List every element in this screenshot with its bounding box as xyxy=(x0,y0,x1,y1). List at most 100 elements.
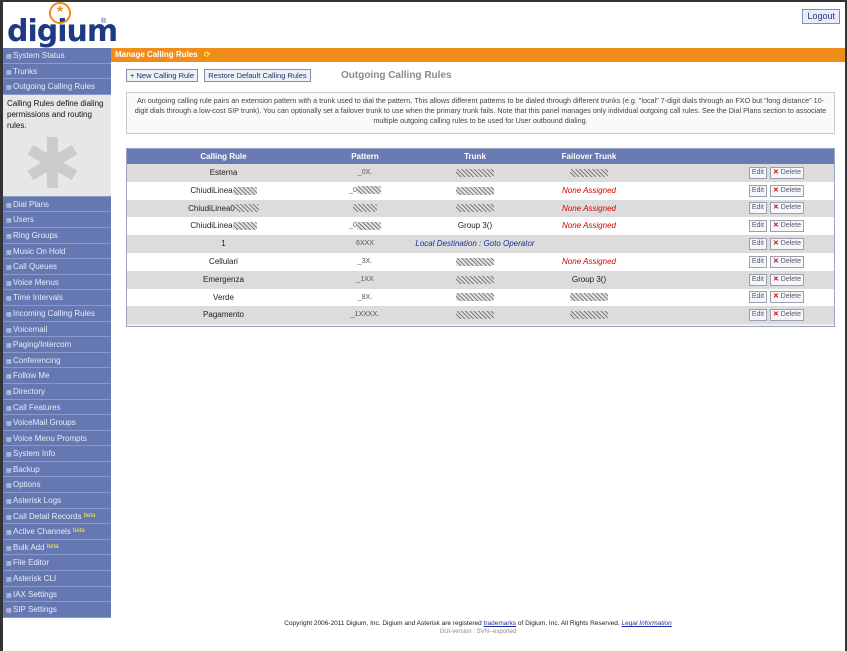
grid-bullet-icon: ▦ xyxy=(6,561,12,568)
sidebar-item-call-queues[interactable]: ▦Call Queues xyxy=(3,259,111,275)
sidebar-item-iax-settings[interactable]: ▦IAX Settings xyxy=(3,586,111,603)
sidebar-item-backup[interactable]: ▦Backup xyxy=(3,461,111,478)
sidebar-item-label: Time Intervals xyxy=(13,293,63,303)
beta-badge: beta xyxy=(73,528,85,535)
restore-defaults-button[interactable]: Restore Default Calling Rules xyxy=(204,69,311,82)
sidebar-item-music-on-hold[interactable]: ▦Music On Hold xyxy=(3,243,111,260)
sidebar-item-bulk-add[interactable]: ▦Bulk Add beta xyxy=(3,539,111,556)
delete-button[interactable]: ✕ Delete xyxy=(769,238,804,251)
sidebar-item-label: Voice Menu Prompts xyxy=(13,433,87,443)
cell-actions: Edit ✕ Delete xyxy=(638,289,834,307)
delete-x-icon: ✕ xyxy=(772,222,779,230)
sidebar-item-time-intervals[interactable]: ▦Time Intervals xyxy=(3,290,111,306)
edit-button[interactable]: Edit xyxy=(748,184,767,197)
grid-bullet-icon: ▦ xyxy=(6,499,12,506)
cell-actions: Edit ✕ Delete xyxy=(638,306,834,324)
sidebar-item-dial-plans[interactable]: ▦Dial Plans xyxy=(3,196,111,213)
edit-button[interactable]: Edit xyxy=(748,238,767,251)
column-header-trunk: Trunk xyxy=(464,152,486,161)
sidebar-item-voice-menus[interactable]: ▦Voice Menus xyxy=(3,274,111,291)
delete-label: Delete xyxy=(780,222,801,230)
asterisk-icon: * xyxy=(49,2,71,24)
redacted-text xyxy=(356,185,381,194)
grid-bullet-icon: ▦ xyxy=(6,343,12,350)
sidebar-item-directory[interactable]: ▦Directory xyxy=(3,383,111,400)
sidebar-item-follow-me[interactable]: ▦Follow Me xyxy=(3,368,111,384)
sidebar-item-trunks[interactable]: ▦Trunks xyxy=(3,63,111,80)
edit-button[interactable]: Edit xyxy=(748,202,767,215)
sidebar-item-call-features[interactable]: ▦Call Features xyxy=(3,399,111,416)
plus-icon: + xyxy=(130,71,135,80)
reload-icon[interactable]: ⟳ xyxy=(204,50,211,59)
sidebar-item-label: Paging/Intercom xyxy=(13,340,72,350)
new-calling-rule-button[interactable]: + New Calling Rule xyxy=(126,69,199,82)
sidebar-item-active-channels[interactable]: ▦Active Channels beta xyxy=(3,524,111,540)
sidebar-item-options[interactable]: ▦Options xyxy=(3,477,111,494)
cell-failover-trunk xyxy=(540,164,638,182)
cell-trunk xyxy=(410,182,540,200)
edit-button[interactable]: Edit xyxy=(748,309,767,322)
delete-button[interactable]: ✕ Delete xyxy=(769,291,804,304)
grid-bullet-icon: ▦ xyxy=(6,483,12,490)
delete-label: Delete xyxy=(780,240,801,248)
sidebar-item-sip-settings[interactable]: ▦SIP Settings xyxy=(3,602,111,618)
cell-failover-trunk: None Assigned xyxy=(540,200,638,218)
sidebar-item-conferencing[interactable]: ▦Conferencing xyxy=(3,352,111,369)
cell-pattern: _0 xyxy=(320,217,410,235)
sidebar-item-label: Call Features xyxy=(13,402,61,412)
sidebar-item-asterisk-cli[interactable]: ▦Asterisk CLI xyxy=(3,571,111,587)
grid-bullet-icon: ▦ xyxy=(6,85,12,92)
sidebar-item-outgoing-calling-rules[interactable]: ▦Outgoing Calling Rules xyxy=(3,79,111,95)
cell-pattern: _0 xyxy=(320,182,410,200)
cell-calling-rule: 1 xyxy=(127,235,320,253)
copyright-line: Copyright 2006-2011 Digium, Inc. Digium … xyxy=(111,620,845,627)
edit-button[interactable]: Edit xyxy=(748,166,767,179)
sidebar-item-file-editor[interactable]: ▦File Editor xyxy=(3,555,111,572)
redacted-text xyxy=(456,293,494,302)
edit-button[interactable]: Edit xyxy=(748,255,767,268)
grid-bullet-icon: ▦ xyxy=(6,608,12,615)
logout-button[interactable]: Logout xyxy=(802,9,840,24)
grid-bullet-icon: ▦ xyxy=(6,69,12,76)
failover-trunk-value: None Assigned xyxy=(562,221,616,231)
sidebar-item-system-info[interactable]: ▦System Info xyxy=(3,446,111,462)
new-calling-rule-label: New Calling Rule xyxy=(136,71,195,80)
delete-button[interactable]: ✕ Delete xyxy=(769,202,804,215)
delete-button[interactable]: ✕ Delete xyxy=(769,309,804,322)
sidebar-item-call-detail-records[interactable]: ▦Call Detail Records beta xyxy=(3,508,111,525)
sidebar-item-users[interactable]: ▦Users xyxy=(3,212,111,228)
edit-button[interactable]: Edit xyxy=(748,273,767,286)
edit-button[interactable]: Edit xyxy=(748,220,767,233)
delete-button[interactable]: ✕ Delete xyxy=(769,166,804,179)
sidebar-item-label: System Status xyxy=(13,51,65,60)
delete-button[interactable]: ✕ Delete xyxy=(769,184,804,197)
grid-bullet-icon: ▦ xyxy=(6,280,12,287)
delete-x-icon: ✕ xyxy=(772,275,779,283)
sidebar-item-voice-menu-prompts[interactable]: ▦Voice Menu Prompts xyxy=(3,430,111,447)
legal-information-link[interactable]: Legal Information xyxy=(622,620,672,627)
column-header-actions xyxy=(638,149,834,164)
sidebar-item-paging-intercom[interactable]: ▦Paging/Intercom xyxy=(3,337,111,353)
sidebar-item-ring-groups[interactable]: ▦Ring Groups xyxy=(3,227,111,244)
cell-failover-trunk: None Assigned xyxy=(540,182,638,200)
delete-button[interactable]: ✕ Delete xyxy=(769,255,804,268)
cell-trunk: Local Destination : Goto Operator xyxy=(410,235,540,253)
sidebar-item-system-status[interactable]: ▦System Status xyxy=(3,48,111,64)
sidebar-item-voicemail-groups[interactable]: ▦VoiceMail Groups xyxy=(3,415,111,431)
trunk-value: Local Destination : Goto Operator xyxy=(415,239,535,249)
footer: Copyright 2006-2011 Digium, Inc. Digium … xyxy=(111,620,845,635)
trademarks-link[interactable]: trademarks xyxy=(484,620,517,627)
delete-button[interactable]: ✕ Delete xyxy=(769,220,804,233)
calling-rule-name: Verde xyxy=(213,292,234,302)
cell-pattern: 6XXX xyxy=(320,235,410,253)
delete-button[interactable]: ✕ Delete xyxy=(769,273,804,286)
sidebar-item-asterisk-logs[interactable]: ▦Asterisk Logs xyxy=(3,493,111,509)
failover-trunk-value: None Assigned xyxy=(562,203,616,213)
sidebar-item-incoming-calling-rules[interactable]: ▦Incoming Calling Rules xyxy=(3,305,111,322)
edit-button[interactable]: Edit xyxy=(748,291,767,304)
calling-rule-name: ChiudiLinea xyxy=(190,221,233,231)
copyright-text-end: of Digium, Inc. All Rights Reserved. xyxy=(517,620,620,627)
toolbar: + New Calling Rule Restore Default Calli… xyxy=(126,69,315,83)
sidebar-item-label: Voicemail xyxy=(13,324,48,334)
sidebar-item-voicemail[interactable]: ▦Voicemail xyxy=(3,321,111,338)
